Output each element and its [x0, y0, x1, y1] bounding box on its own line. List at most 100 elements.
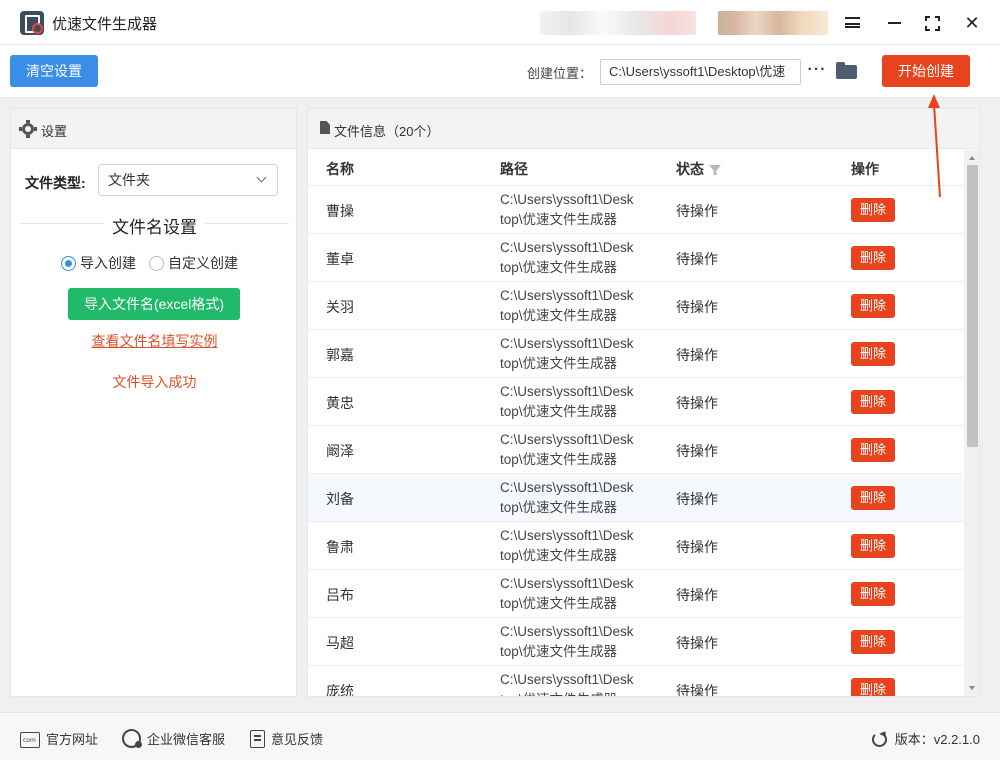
radio-import-create[interactable]: 导入创建 — [61, 253, 136, 273]
delete-button[interactable]: 删除 — [851, 342, 895, 366]
close-button[interactable]: ✕ — [958, 9, 986, 37]
row-path: C:\Users\yssoft1\Desk top\优速文件生成器 — [500, 336, 634, 371]
chevron-down-icon — [256, 172, 267, 183]
gear-icon — [19, 120, 37, 138]
row-name: 庞统 — [326, 683, 354, 697]
delete-button[interactable]: 删除 — [851, 198, 895, 222]
feedback-icon — [250, 730, 265, 748]
refresh-icon — [871, 732, 887, 747]
file-type-label: 文件类型: — [25, 175, 86, 191]
file-type-select[interactable]: 文件夹 — [98, 164, 278, 196]
location-label: 创建位置： — [527, 66, 593, 81]
delete-button[interactable]: 删除 — [851, 390, 895, 414]
table-row[interactable]: 董卓 C:\Users\yssoft1\Desk top\优速文件生成器 待操作 删除 — [308, 234, 963, 282]
row-status: 待操作 — [676, 251, 718, 267]
scroll-down-icon[interactable] — [969, 686, 975, 690]
close-icon: ✕ — [964, 13, 980, 33]
row-path: C:\Users\yssoft1\Desk top\优速文件生成器 — [500, 528, 634, 563]
table-row[interactable]: 马超 C:\Users\yssoft1\Desk top\优速文件生成器 待操作 删除 — [308, 618, 963, 666]
row-path: C:\Users\yssoft1\Desk top\优速文件生成器 — [500, 384, 634, 419]
row-status: 待操作 — [676, 491, 718, 507]
document-icon — [320, 121, 330, 134]
delete-button[interactable]: 删除 — [851, 486, 895, 510]
view-example-link[interactable]: 查看文件名填写实例 — [11, 331, 298, 351]
delete-button[interactable]: 删除 — [851, 294, 895, 318]
row-name: 阚泽 — [326, 443, 354, 459]
table-header: 名称 路径 状态 操作 — [308, 150, 963, 186]
import-filenames-button[interactable]: 导入文件名(excel格式) — [68, 288, 240, 320]
annotation-arrow — [928, 94, 941, 198]
clear-settings-button[interactable]: 清空设置 — [10, 55, 98, 87]
filter-icon[interactable] — [709, 165, 721, 175]
menu-button[interactable] — [838, 9, 866, 37]
title-bar: 优速文件生成器 ✕ — [0, 0, 1000, 45]
column-name-header: 名称 — [326, 161, 354, 177]
row-status: 待操作 — [676, 443, 718, 459]
row-path: C:\Users\yssoft1\Desk top\优速文件生成器 — [500, 288, 634, 323]
row-name: 鲁肃 — [326, 539, 354, 555]
row-status: 待操作 — [676, 347, 718, 363]
row-status: 待操作 — [676, 683, 718, 697]
delete-button[interactable]: 删除 — [851, 246, 895, 270]
file-type-value: 文件夹 — [108, 172, 150, 188]
delete-button[interactable]: 删除 — [851, 534, 895, 558]
menu-icon — [845, 17, 860, 28]
file-info-panel: 文件信息（20个） 名称 路径 状态 操作 曹操 C:\Users\yssoft1… — [307, 108, 980, 697]
row-status: 待操作 — [676, 395, 718, 411]
maximize-button[interactable] — [918, 9, 946, 37]
blurred-account-info — [540, 11, 696, 35]
row-path: C:\Users\yssoft1\Desk top\优速文件生成器 — [500, 672, 634, 696]
radio-custom-create[interactable]: 自定义创建 — [149, 253, 238, 273]
vertical-scrollbar[interactable] — [964, 150, 979, 696]
minimize-button[interactable] — [880, 9, 908, 37]
row-path: C:\Users\yssoft1\Desk top\优速文件生成器 — [500, 624, 634, 659]
table-row[interactable]: 鲁肃 C:\Users\yssoft1\Desk top\优速文件生成器 待操作 删除 — [308, 522, 963, 570]
feedback-link[interactable]: 意见反馈 — [250, 729, 323, 748]
row-path: C:\Users\yssoft1\Desk top\优速文件生成器 — [500, 192, 634, 227]
table-row[interactable]: 庞统 C:\Users\yssoft1\Desk top\优速文件生成器 待操作 删除 — [308, 666, 963, 697]
app-logo-icon — [20, 11, 44, 35]
wechat-icon — [122, 729, 142, 748]
column-action-header: 操作 — [851, 161, 879, 177]
row-name: 马超 — [326, 635, 354, 651]
row-name: 郭嘉 — [326, 347, 354, 363]
settings-header: 设置 — [11, 109, 296, 149]
filename-settings-title: 文件名设置 — [11, 213, 298, 238]
table-row[interactable]: 郭嘉 C:\Users\yssoft1\Desk top\优速文件生成器 待操作 删除 — [308, 330, 963, 378]
more-options-button[interactable]: ··· — [806, 59, 828, 85]
toolbar: 清空设置 创建位置： C:\Users\yssoft1\Desktop\优速 ·… — [0, 45, 1000, 98]
delete-button[interactable]: 删除 — [851, 630, 895, 654]
table-row[interactable]: 刘备 C:\Users\yssoft1\Desk top\优速文件生成器 待操作 删除 — [308, 474, 963, 522]
website-link[interactable]: 官方网址 — [20, 729, 98, 748]
table-row[interactable]: 阚泽 C:\Users\yssoft1\Desk top\优速文件生成器 待操作 删除 — [308, 426, 963, 474]
radio-selected-icon — [61, 256, 76, 271]
table-row[interactable]: 吕布 C:\Users\yssoft1\Desk top\优速文件生成器 待操作 删除 — [308, 570, 963, 618]
app-title: 优速文件生成器 — [52, 16, 158, 33]
file-info-title: 文件信息（20个） — [334, 124, 440, 139]
row-name: 吕布 — [326, 587, 354, 603]
import-status-text: 文件导入成功 — [112, 374, 197, 390]
scroll-up-icon[interactable] — [969, 156, 975, 160]
scroll-thumb[interactable] — [967, 165, 978, 447]
delete-button[interactable]: 删除 — [851, 582, 895, 606]
table-row[interactable]: 关羽 C:\Users\yssoft1\Desk top\优速文件生成器 待操作 删除 — [308, 282, 963, 330]
table-row[interactable]: 曹操 C:\Users\yssoft1\Desk top\优速文件生成器 待操作 删除 — [308, 186, 963, 234]
location-input[interactable]: C:\Users\yssoft1\Desktop\优速 — [600, 59, 801, 85]
radio-unselected-icon — [149, 256, 164, 271]
row-path: C:\Users\yssoft1\Desk top\优速文件生成器 — [500, 240, 634, 275]
version-info[interactable]: 版本：v2.2.1.0 — [871, 729, 980, 748]
row-status: 待操作 — [676, 539, 718, 555]
table-row[interactable]: 黄忠 C:\Users\yssoft1\Desk top\优速文件生成器 待操作 删除 — [308, 378, 963, 426]
open-folder-button[interactable] — [836, 62, 858, 80]
row-path: C:\Users\yssoft1\Desk top\优速文件生成器 — [500, 576, 634, 611]
delete-button[interactable]: 删除 — [851, 678, 895, 696]
start-create-button[interactable]: 开始创建 — [882, 55, 970, 87]
row-name: 黄忠 — [326, 395, 354, 411]
delete-button[interactable]: 删除 — [851, 438, 895, 462]
footer: 官方网址 企业微信客服 意见反馈 版本：v2.2.1.0 — [0, 712, 1000, 760]
wechat-service-link[interactable]: 企业微信客服 — [122, 729, 225, 748]
row-path: C:\Users\yssoft1\Desk top\优速文件生成器 — [500, 480, 634, 515]
column-status-header[interactable]: 状态 — [676, 159, 721, 179]
file-info-header: 文件信息（20个） — [308, 109, 979, 149]
row-status: 待操作 — [676, 203, 718, 219]
